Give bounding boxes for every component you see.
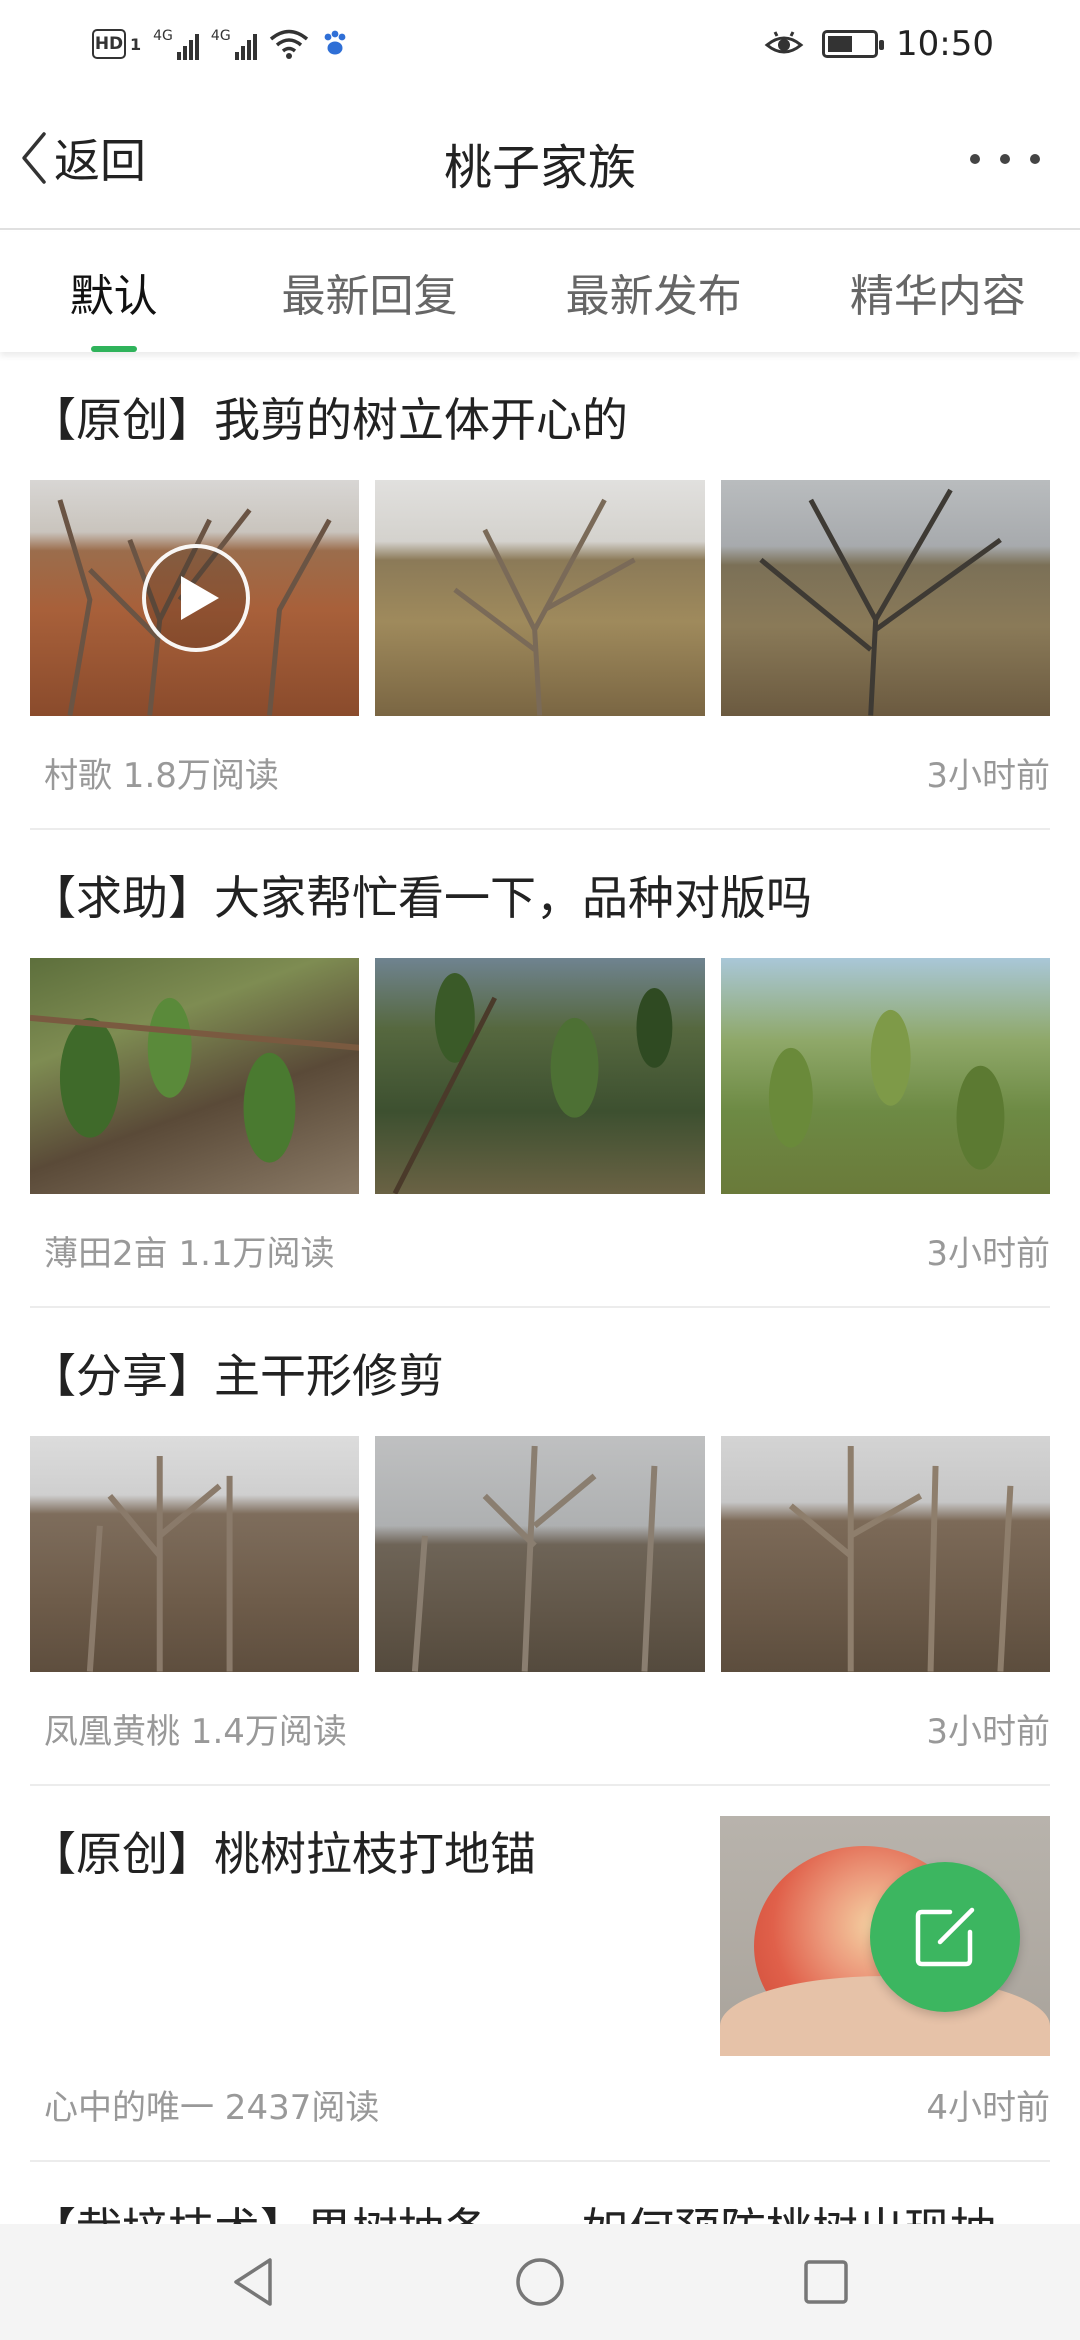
post-meta: 村歌 1.8万阅读 3小时前 xyxy=(30,716,1050,828)
post-item[interactable]: 【分享】主干形修剪 凤凰黄桃 1.4万阅读 3小时前 xyxy=(30,1308,1050,1786)
tab-label: 最新回复 xyxy=(281,271,458,322)
play-button[interactable] xyxy=(142,544,250,652)
play-icon xyxy=(181,576,219,620)
screen: HD 1 4G 4G 10:50 返回 桃子家族 默认 最新回复 最新发布 精华… xyxy=(0,0,1080,2340)
post-image[interactable] xyxy=(30,1436,360,1672)
post-meta: 薄田2亩 1.1万阅读 3小时前 xyxy=(30,1194,1050,1306)
tree-branches xyxy=(86,1455,233,1672)
post-time: 3小时前 xyxy=(926,1711,1050,1752)
image-row xyxy=(30,1436,1050,1672)
tab-label: 精华内容 xyxy=(849,271,1026,322)
system-nav-bar xyxy=(0,2224,1080,2340)
image-row xyxy=(30,480,1050,716)
square-recent-icon xyxy=(804,2260,848,2304)
leaves xyxy=(30,997,360,1163)
post-image[interactable] xyxy=(720,480,1050,716)
post-title: 【求助】大家帮忙看一下，品种对版吗 xyxy=(30,871,812,925)
tree-branches xyxy=(758,488,1002,716)
tree-branches xyxy=(412,1445,658,1672)
nav-back-button[interactable] xyxy=(226,2254,282,2310)
hd-sub-label: 1 xyxy=(130,34,142,54)
post-title: 【原创】我剪的树立体开心的 xyxy=(30,393,628,447)
author-reads: 薄田2亩 1.1万阅读 xyxy=(44,1233,335,1274)
leaves xyxy=(768,1009,1005,1170)
paw-icon xyxy=(324,30,346,55)
tab-latest-post[interactable]: 最新发布 xyxy=(512,232,796,352)
compose-icon xyxy=(915,1907,975,1967)
battery-icon xyxy=(822,30,885,58)
status-left: HD 1 4G 4G xyxy=(92,24,349,64)
more-button[interactable] xyxy=(970,134,1040,184)
wifi-icon xyxy=(269,29,308,59)
nav-recent-button[interactable] xyxy=(798,2254,854,2310)
tab-featured[interactable]: 精华内容 xyxy=(796,232,1080,352)
compose-button[interactable] xyxy=(870,1862,1020,2012)
signal-icon: 4G xyxy=(153,28,199,60)
post-title: 【分享】主干形修剪 xyxy=(30,1349,444,1403)
tab-bar: 默认 最新回复 最新发布 精华内容 xyxy=(0,232,1080,352)
back-button[interactable]: 返回 xyxy=(20,126,146,190)
leaves xyxy=(393,972,673,1194)
triangle-back-icon xyxy=(234,2258,272,2306)
post-meta: 心中的唯一 2437阅读 4小时前 xyxy=(30,2048,1050,2160)
post-time: 3小时前 xyxy=(926,755,1050,796)
hd-icon: HD xyxy=(92,29,126,59)
tab-label: 默认 xyxy=(69,271,158,322)
post-title: 【原创】桃树拉枝打地锚 xyxy=(30,1827,536,1881)
circle-home-icon xyxy=(516,2258,564,2306)
tree-branches xyxy=(453,498,636,716)
post-image[interactable] xyxy=(375,1436,705,1672)
page-title: 桃子家族 xyxy=(443,140,636,196)
post-time: 3小时前 xyxy=(926,1233,1050,1274)
tab-default[interactable]: 默认 xyxy=(0,232,227,352)
network-label: 4G xyxy=(153,28,173,44)
more-dots-icon xyxy=(970,154,980,164)
status-bar: HD 1 4G 4G 10:50 xyxy=(0,0,1080,86)
tab-label: 最新发布 xyxy=(565,271,742,322)
author-reads: 凤凰黄桃 1.4万阅读 xyxy=(44,1711,347,1752)
post-item[interactable]: 【原创】我剪的树立体开心的 村歌 1.8万阅读 3小时前 xyxy=(30,352,1050,830)
signal-icon: 4G xyxy=(211,28,257,60)
eye-comfort-icon xyxy=(764,31,804,54)
post-image[interactable] xyxy=(375,958,705,1194)
status-right: 10:50 xyxy=(764,22,994,66)
post-image[interactable] xyxy=(720,958,1050,1194)
author-reads: 心中的唯一 2437阅读 xyxy=(44,2087,380,2128)
tab-indicator xyxy=(90,346,137,352)
nav-home-button[interactable] xyxy=(512,2254,568,2310)
chevron-left-icon xyxy=(22,132,46,184)
image-row xyxy=(30,958,1050,1194)
back-label: 返回 xyxy=(54,134,146,188)
app-header: 返回 桃子家族 xyxy=(0,100,1080,230)
tab-latest-reply[interactable]: 最新回复 xyxy=(227,232,511,352)
battery-fill xyxy=(828,36,853,52)
post-image[interactable] xyxy=(30,958,360,1194)
status-time: 10:50 xyxy=(896,24,994,64)
post-time: 4小时前 xyxy=(926,2087,1050,2128)
post-image[interactable] xyxy=(720,1436,1050,1672)
post-image[interactable] xyxy=(30,480,360,716)
post-meta: 凤凰黄桃 1.4万阅读 3小时前 xyxy=(30,1672,1050,1784)
network-label: 4G xyxy=(210,28,231,44)
tree-branches xyxy=(788,1445,1014,1672)
author-reads: 村歌 1.8万阅读 xyxy=(44,755,279,796)
post-image[interactable] xyxy=(375,480,705,716)
post-item[interactable]: 【求助】大家帮忙看一下，品种对版吗 薄田2亩 1.1万阅读 3小时前 xyxy=(30,830,1050,1308)
